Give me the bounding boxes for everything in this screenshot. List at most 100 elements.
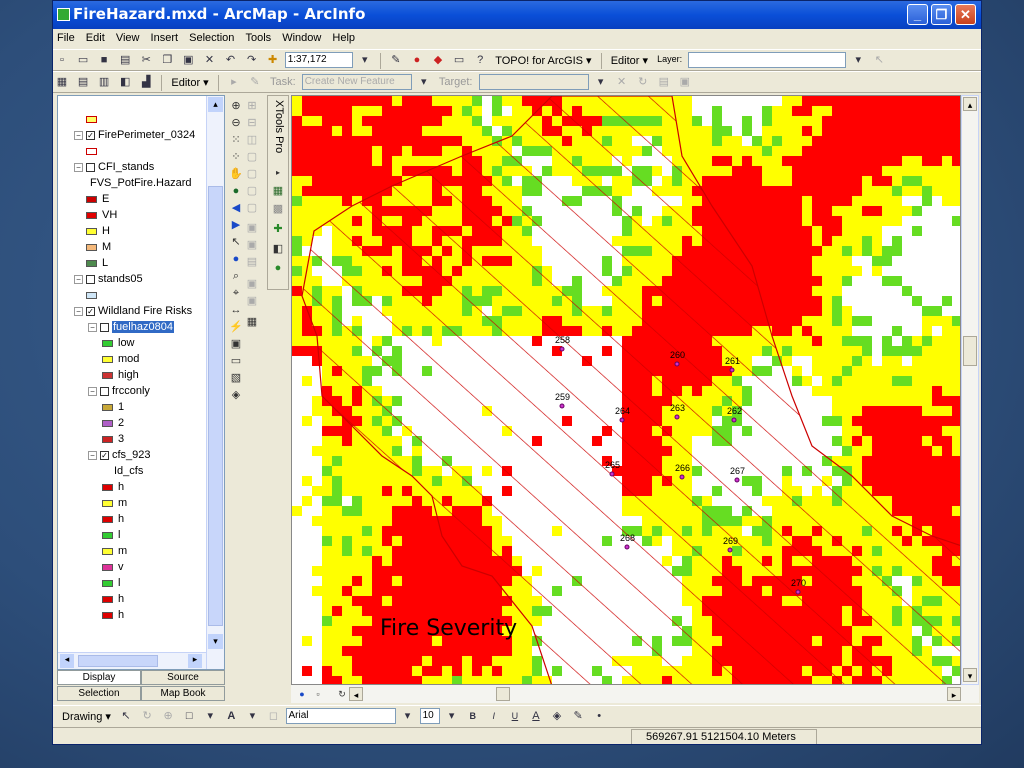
open-folder-icon[interactable]: ▭ [76,53,90,67]
map-view[interactable]: 258 259 260 261 262 263 264 265 266 267 268 269 270 … [291,95,961,685]
tab-display[interactable]: Display [57,670,141,685]
layer-tools-icon[interactable]: ◧ [118,75,132,89]
close-button[interactable]: ✕ [955,4,976,25]
go-to-xy-icon[interactable]: ⌖ [229,286,243,300]
sketch-tool-icon[interactable]: ✎ [248,75,262,89]
toc-layer-row[interactable]: − stands05 [74,272,143,288]
xtools-table-icon[interactable]: ▦ [271,184,285,198]
map-hscroll-thumb[interactable] [496,687,510,701]
menu-file[interactable]: File [53,29,79,47]
cut-icon[interactable]: ✂ [139,53,153,67]
attributes-icon[interactable]: ▤ [657,75,671,89]
layout-back-icon[interactable]: ▢ [245,184,259,198]
menu-window[interactable]: Window [278,29,325,47]
create-viewer-icon[interactable]: ▭ [229,354,243,368]
layout-forward-icon[interactable]: ▢ [245,201,259,215]
target-select[interactable] [478,74,589,90]
layer-select[interactable] [688,52,847,68]
toc-vertical-scrollbar[interactable]: ▴ ▾ [206,96,224,669]
zoom-out-icon[interactable]: ⊖ [229,116,243,130]
toc-layer-row[interactable]: − CFI_stands [74,160,154,176]
italic-button[interactable]: I [487,709,501,723]
map-canvas[interactable]: 258 259 260 261 262 263 264 265 266 267 268 269 270 [292,96,961,685]
layout-tool-e-icon[interactable]: ▣ [245,294,259,308]
editor-toolbar-icon[interactable]: ✎ [389,53,403,67]
xtools-layers-icon[interactable]: ◧ [271,242,285,256]
menu-tools[interactable]: Tools [241,29,275,47]
fixed-zoom-out-icon[interactable]: ⁘ [229,150,243,164]
new-document-icon[interactable]: ▫ [55,53,69,67]
map-scale-input[interactable]: 1:37,172 [284,52,353,68]
toc-layer-row[interactable]: − fuelhaz0804 [88,320,174,336]
layout-tool-f-icon[interactable]: ▦ [245,315,259,329]
menu-insert[interactable]: Insert [147,29,183,47]
layout-tool-b-icon[interactable]: ▣ [245,238,259,252]
pan-icon[interactable]: ✋ [229,167,243,181]
layer-visibility-checkbox[interactable]: ✓ [86,130,95,140]
expand-collapse-icon[interactable]: − [88,322,97,332]
layer-visibility-checkbox[interactable] [86,162,95,172]
rectangle-tool-icon[interactable]: □ [182,709,196,723]
font-size-select[interactable]: 10 [419,708,440,724]
save-icon[interactable]: ■ [97,53,111,67]
split-tool-icon[interactable]: ✕ [615,75,629,89]
zoom-whole-page-icon[interactable]: ▢ [245,150,259,164]
toc-scroll-thumb[interactable] [208,186,223,626]
xtools-info-icon[interactable]: ● [271,261,285,275]
topo-for-arcgis-menu[interactable]: TOPO! for ArcGIS ▾ [492,54,594,67]
grid-icon[interactable]: ▥ [97,75,111,89]
toc-layer-row[interactable]: − ✓ cfs_923 [88,448,151,464]
font-select[interactable]: Arial [285,708,396,724]
layer-dropdown-arrow-icon[interactable]: ▾ [851,53,865,67]
editor-menu[interactable]: Editor ▾ [608,54,651,67]
data-view-icon[interactable]: ● [295,687,309,701]
edit-tool-icon[interactable]: ▸ [227,75,241,89]
layout-pan-icon[interactable]: ◫ [245,133,259,147]
restore-button[interactable]: ❐ [931,4,952,25]
hyperlink-icon[interactable]: ⚡ [229,320,243,334]
table-icon[interactable]: ▤ [76,75,90,89]
expand-collapse-icon[interactable]: − [88,386,97,396]
fill-color-icon[interactable]: ◈ [550,709,564,723]
font-dropdown-icon[interactable]: ▾ [401,709,415,723]
copy-icon[interactable]: ❐ [160,53,174,67]
map-vertical-scrollbar[interactable]: ▴ ▾ [961,95,979,685]
tab-selection[interactable]: Selection [57,686,141,701]
time-slider-icon[interactable]: ▣ [229,337,243,351]
drawing-menu[interactable]: Drawing ▾ [59,710,114,723]
route-icon[interactable]: ◈ [229,388,243,402]
map-scroll-up-icon[interactable]: ▴ [963,97,977,111]
find-icon[interactable]: ⌕ [229,269,243,283]
layout-zoom-in-icon[interactable]: ⊞ [245,99,259,113]
forward-extent-icon[interactable]: ▶ [229,218,243,232]
layer-visibility-checkbox[interactable]: ✓ [100,450,109,460]
expand-collapse-icon[interactable]: − [74,162,83,172]
zoom-100-icon[interactable]: ▢ [245,167,259,181]
arctoolbox-icon[interactable]: ● [410,53,424,67]
rotate-icon[interactable]: ↻ [140,709,154,723]
editor-menu-2[interactable]: Editor ▾ [168,76,211,89]
tab-source[interactable]: Source [141,670,225,685]
zoom-in-icon[interactable]: ⊕ [229,99,243,113]
toc-layer-row[interactable]: − frcconly [88,384,150,400]
expand-collapse-icon[interactable]: − [74,306,83,316]
menu-help[interactable]: Help [328,29,359,47]
back-extent-icon[interactable]: ◀ [229,201,243,215]
font-size-dropdown-icon[interactable]: ▾ [445,709,459,723]
task-dropdown-arrow-icon[interactable]: ▾ [417,75,431,89]
expand-collapse-icon[interactable]: − [74,130,83,140]
layout-tool-d-icon[interactable]: ▣ [245,277,259,291]
undo-icon[interactable]: ↶ [224,53,238,67]
select-elements-icon[interactable]: ↖ [872,53,886,67]
layout-tool-c-icon[interactable]: ▤ [245,255,259,269]
layer-visibility-checkbox[interactable] [86,274,95,284]
menu-view[interactable]: View [112,29,144,47]
toc-layer-row[interactable]: − ✓ Wildland Fire Risks [74,304,192,320]
map-scroll-left-icon[interactable]: ◂ [349,687,363,701]
layout-zoom-out-icon[interactable]: ⊟ [245,116,259,130]
toolbox-icon[interactable]: ◆ [431,53,445,67]
target-dropdown-arrow-icon[interactable]: ▾ [594,75,608,89]
command-line-icon[interactable]: ▭ [452,53,466,67]
title-bar[interactable]: FireHazard.mxd - ArcMap - ArcInfo _ ❐ ✕ [53,1,981,29]
xtools-add-icon[interactable]: ✚ [271,222,285,236]
